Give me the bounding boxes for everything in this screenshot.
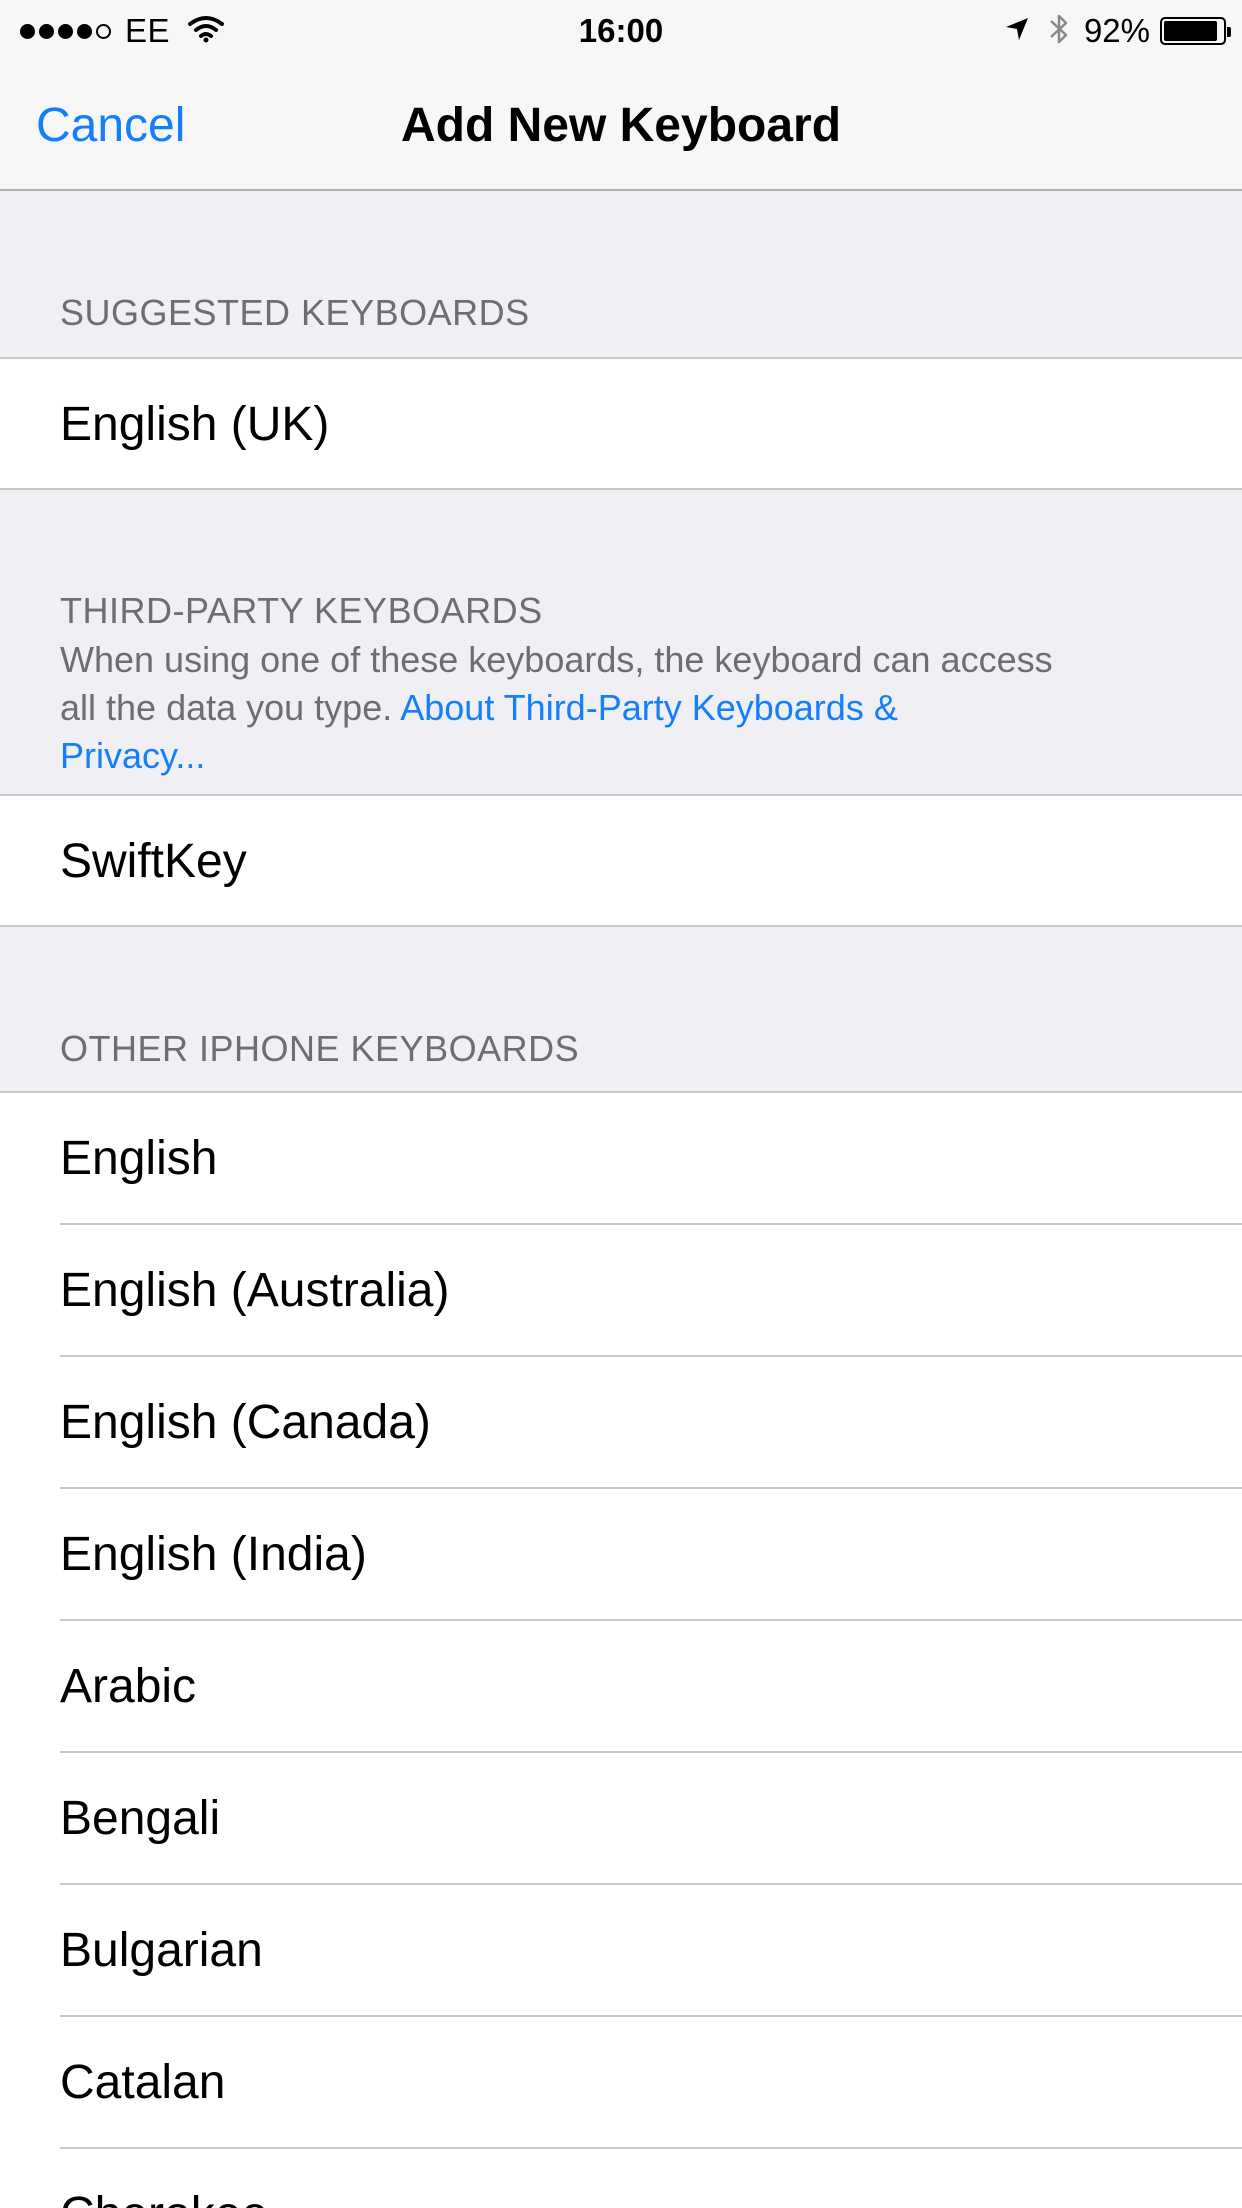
header: EE 16:00 92% Cancel Add New Keyboard [0, 0, 1242, 191]
keyboard-label: Cherokee [60, 2187, 268, 2208]
section-header-third-party: THIRD-PARTY KEYBOARDS [60, 590, 543, 631]
keyboard-label: Bengali [60, 1792, 221, 1845]
location-arrow-icon [1004, 16, 1030, 47]
keyboard-row-swiftkey[interactable]: SwiftKey [0, 796, 1242, 925]
third-party-section-header-area: THIRD-PARTY KEYBOARDS When using one of … [0, 490, 1242, 794]
other-section-header-area: OTHER IPHONE KEYBOARDS [0, 927, 1242, 1091]
description-line: When using one of these keyboards, the k… [60, 639, 1053, 680]
keyboard-row-bulgarian[interactable]: Bulgarian [0, 1885, 1242, 2015]
section-header-suggested: SUGGESTED KEYBOARDS [60, 292, 530, 333]
battery-tip [1227, 27, 1231, 37]
battery-icon [1160, 17, 1231, 45]
keyboard-row-english[interactable]: English [0, 1093, 1242, 1223]
description-line: all the data you type. About Third-Party… [60, 684, 1210, 732]
keyboard-label: English (Canada) [60, 1396, 431, 1449]
keyboard-row-english-uk[interactable]: English (UK) [0, 359, 1242, 488]
keyboard-label: English [60, 1132, 218, 1185]
privacy-link[interactable]: Privacy... [60, 732, 1210, 780]
privacy-link[interactable]: About Third-Party Keyboards & [400, 687, 898, 728]
status-bar-right: 92% [1004, 0, 1231, 62]
keyboard-row-english-canada[interactable]: English (Canada) [0, 1357, 1242, 1487]
keyboard-row-cherokee[interactable]: Cherokee [0, 2149, 1242, 2208]
battery-percentage: 92% [1083, 12, 1150, 49]
navigation-bar: Cancel Add New Keyboard [0, 62, 1242, 190]
keyboard-row-arabic[interactable]: Arabic [0, 1621, 1242, 1751]
bluetooth-icon [1048, 11, 1070, 52]
page-title: Add New Keyboard [400, 99, 842, 152]
keyboard-label: Bulgarian [60, 1924, 263, 1977]
third-party-description: When using one of these keyboards, the k… [60, 636, 1210, 780]
keyboard-row-english-australia[interactable]: English (Australia) [0, 1225, 1242, 1355]
keyboard-label: English (UK) [60, 398, 330, 451]
keyboard-label: English (India) [60, 1528, 367, 1581]
keyboard-row-catalan[interactable]: Catalan [0, 2017, 1242, 2147]
status-bar: EE 16:00 92% [0, 0, 1242, 62]
description-text: all the data you type. [60, 687, 393, 728]
keyboard-row-bengali[interactable]: Bengali [0, 1753, 1242, 1883]
suggested-section-header-area: SUGGESTED KEYBOARDS [0, 191, 1242, 358]
keyboard-label: SwiftKey [60, 835, 247, 888]
keyboard-label: English (Australia) [60, 1264, 450, 1317]
battery-level-fill [1164, 21, 1218, 41]
keyboard-label: Arabic [60, 1660, 197, 1713]
keyboard-row-english-india[interactable]: English (India) [0, 1489, 1242, 1619]
section-header-other: OTHER IPHONE KEYBOARDS [60, 1028, 580, 1069]
keyboard-label: Catalan [60, 2056, 226, 2109]
